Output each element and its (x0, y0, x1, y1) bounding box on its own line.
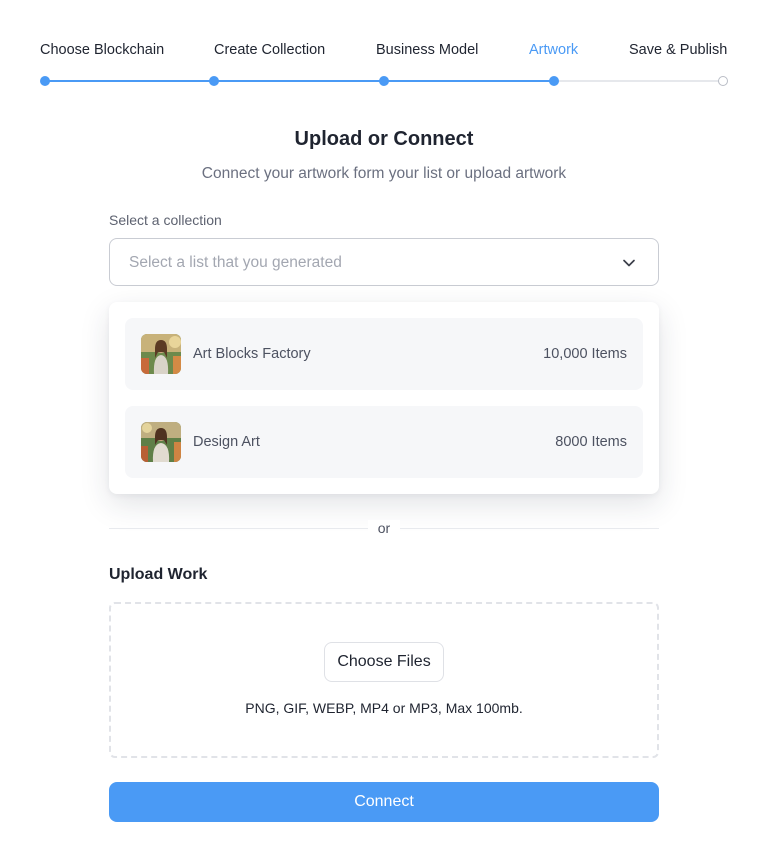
collection-option-name: Art Blocks Factory (193, 346, 311, 362)
choose-files-button[interactable]: Choose Files (324, 642, 444, 682)
progress-stepper: Choose Blockchain Create Collection Busi… (0, 0, 768, 100)
page-title: Upload or Connect (294, 128, 474, 150)
chevron-down-icon (623, 259, 635, 267)
page-subtitle: Connect your artwork form your list or u… (201, 165, 567, 182)
connect-button[interactable]: Connect (109, 782, 659, 822)
collection-select-label: Select a collection (109, 212, 222, 228)
collection-option-design-art[interactable]: Design Art 8000 Items (125, 406, 643, 478)
step-choose-blockchain[interactable]: Choose Blockchain (40, 42, 164, 58)
upload-format-hint: PNG, GIF, WEBP, MP4 or MP3, Max 100mb. (245, 700, 523, 716)
step-dot-artwork (549, 76, 559, 86)
step-save-publish[interactable]: Save & Publish (629, 42, 727, 58)
step-dot-save-publish (718, 76, 728, 86)
stepper-progress (45, 80, 554, 82)
collection-option-art-blocks-factory[interactable]: Art Blocks Factory 10,000 Items (125, 318, 643, 390)
step-business-model[interactable]: Business Model (376, 42, 478, 58)
step-dot-business-model (379, 76, 389, 86)
collection-dropdown: Art Blocks Factory 10,000 Items Design A… (109, 302, 659, 494)
step-create-collection[interactable]: Create Collection (214, 42, 325, 58)
collection-option-count: 10,000 Items (543, 346, 627, 362)
step-dot-create-collection (209, 76, 219, 86)
collection-select[interactable]: Select a list that you generated (109, 238, 659, 286)
step-dot-choose-blockchain (40, 76, 50, 86)
collection-select-placeholder: Select a list that you generated (129, 254, 342, 271)
collection-option-name: Design Art (193, 434, 260, 450)
collection-thumbnail-icon (141, 334, 181, 374)
collection-option-count: 8000 Items (555, 434, 627, 450)
collection-thumbnail-icon (141, 422, 181, 462)
or-text: or (368, 520, 400, 536)
step-artwork[interactable]: Artwork (529, 42, 578, 58)
upload-work-heading: Upload Work (109, 566, 208, 583)
